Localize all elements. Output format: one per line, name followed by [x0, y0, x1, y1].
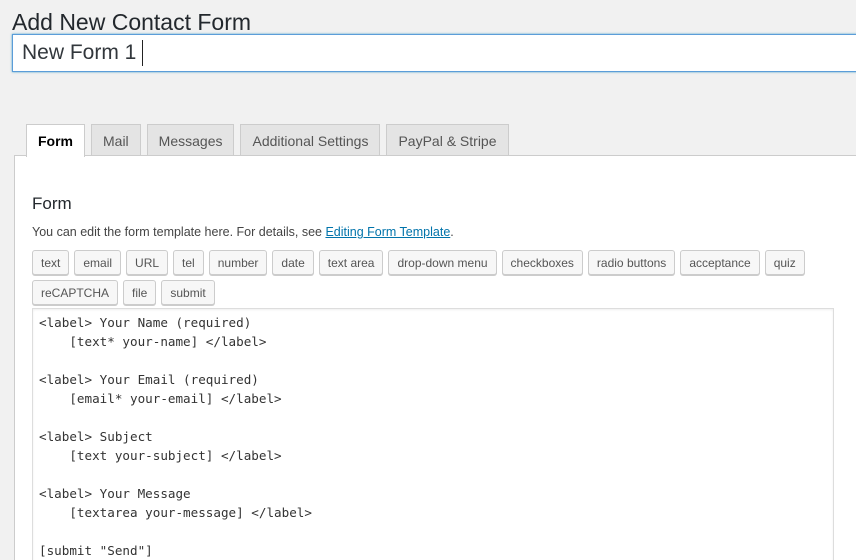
tag-button-checkboxes[interactable]: checkboxes: [501, 250, 583, 275]
editing-form-template-link[interactable]: Editing Form Template: [325, 225, 450, 239]
tab-messages[interactable]: Messages: [146, 124, 235, 156]
tag-generator-row-1: text email URL tel number date text area…: [32, 250, 810, 275]
panel-heading: Form: [32, 194, 72, 213]
tag-button-quiz[interactable]: quiz: [764, 250, 805, 275]
tab-additional-settings[interactable]: Additional Settings: [240, 124, 381, 156]
description-text: You can edit the form template here. For…: [32, 225, 326, 239]
description-suffix: .: [450, 225, 454, 239]
tab-bar: Form Mail Messages Additional Settings P…: [14, 124, 515, 157]
tag-button-recaptcha[interactable]: reCAPTCHA: [32, 280, 119, 305]
page-title: Add New Contact Form: [12, 9, 252, 36]
tag-button-acceptance[interactable]: acceptance: [680, 250, 760, 275]
tag-button-radio-buttons[interactable]: radio buttons: [587, 250, 676, 275]
tag-button-submit[interactable]: submit: [161, 280, 215, 305]
text-caret: [142, 40, 144, 66]
tag-button-url[interactable]: URL: [126, 250, 169, 275]
form-panel: Form You can edit the form template here…: [14, 155, 856, 560]
form-title-value: New Form 1: [22, 41, 137, 64]
page: Add New Contact Form New Form 1 Form Mai…: [0, 0, 856, 560]
tag-button-date[interactable]: date: [272, 250, 314, 275]
tag-button-email[interactable]: email: [74, 250, 122, 275]
tab-paypal-stripe[interactable]: PayPal & Stripe: [386, 124, 509, 156]
tag-button-drop-down-menu[interactable]: drop-down menu: [388, 250, 497, 275]
tag-button-text[interactable]: text: [32, 250, 70, 275]
tag-generator-row-2: reCAPTCHA file submit: [32, 280, 220, 305]
tag-button-tel[interactable]: tel: [173, 250, 204, 275]
tab-form[interactable]: Form: [26, 124, 85, 157]
panel-description: You can edit the form template here. For…: [32, 225, 454, 239]
form-template-editor[interactable]: <label> Your Name (required) [text* your…: [32, 308, 834, 560]
form-title-input[interactable]: New Form 1: [12, 34, 856, 72]
tag-button-file[interactable]: file: [123, 280, 157, 305]
tag-button-text-area[interactable]: text area: [318, 250, 384, 275]
tab-mail[interactable]: Mail: [91, 124, 141, 156]
tag-button-number[interactable]: number: [208, 250, 268, 275]
